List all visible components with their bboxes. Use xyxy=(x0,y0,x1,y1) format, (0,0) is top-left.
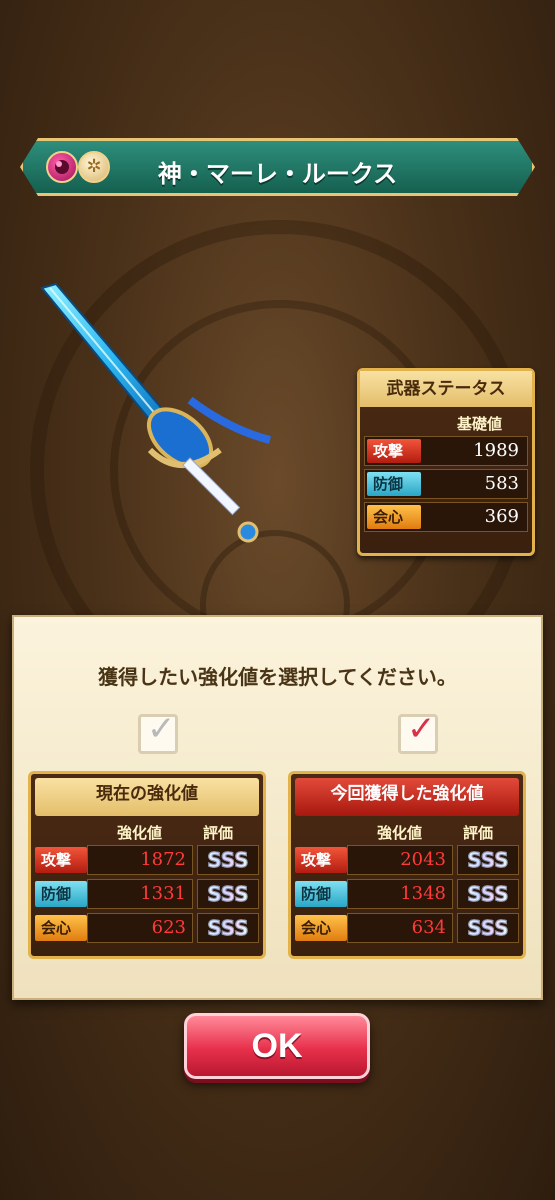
value-cell: 1872 xyxy=(87,845,193,875)
current-row-critical: 会心 623 SSS xyxy=(35,912,259,944)
defense-rank: SSS xyxy=(467,882,509,907)
column-headers: 強化値 評価 xyxy=(291,820,523,842)
enhancement-value-header: 強化値 xyxy=(117,824,163,842)
defense-rank: SSS xyxy=(207,882,249,907)
current-row-attack: 攻撃 1872 SSS xyxy=(35,844,259,876)
defense-label: 防御 xyxy=(367,472,421,496)
value-cell: 634 xyxy=(347,913,453,943)
weapon-sword-image xyxy=(40,282,271,543)
rank-cell: SSS xyxy=(457,913,519,943)
rank-header: 評価 xyxy=(463,824,494,842)
base-value-header: 基礎値 xyxy=(456,415,502,433)
attack-value: 1872 xyxy=(140,849,186,870)
attack-value: 1989 xyxy=(473,440,519,461)
new-enhancement-panel[interactable]: 今回獲得した強化値 強化値 評価 攻撃 2043 SSS 防御 1348 SSS… xyxy=(288,771,526,959)
attack-label: 攻撃 xyxy=(367,439,421,463)
rank-cell: SSS xyxy=(197,879,259,909)
weapon-status-header: 武器ステータス xyxy=(360,371,532,407)
rank-cell: SSS xyxy=(197,845,259,875)
status-row-critical: 会心 369 xyxy=(364,502,528,532)
value-cell: 623 xyxy=(87,913,193,943)
critical-value: 623 xyxy=(151,917,186,938)
check-icon: ✓ xyxy=(147,709,176,749)
value-cell: 1348 xyxy=(347,879,453,909)
value-cell: 1331 xyxy=(87,879,193,909)
new-row-critical: 会心 634 SSS xyxy=(295,912,519,944)
critical-label: 会心 xyxy=(367,505,421,529)
check-icon: ✓ xyxy=(407,709,436,749)
defense-label: 防御 xyxy=(35,881,87,907)
element-icon xyxy=(46,151,78,183)
selection-dialog: 獲得したい強化値を選択してください。 ✓ ✓ 現在の強化値 強化値 評価 攻撃 … xyxy=(12,615,543,1000)
current-enhancement-panel[interactable]: 現在の強化値 強化値 評価 攻撃 1872 SSS 防御 1331 SSS 会心… xyxy=(28,771,266,959)
current-row-defense: 防御 1331 SSS xyxy=(35,878,259,910)
rank-header: 評価 xyxy=(203,824,234,842)
new-row-defense: 防御 1348 SSS xyxy=(295,878,519,910)
attack-label: 攻撃 xyxy=(295,847,347,873)
weapon-status-panel: 武器ステータス 基礎値 攻撃 1989 防御 583 会心 369 xyxy=(357,368,535,556)
attack-label: 攻撃 xyxy=(35,847,87,873)
status-row-attack: 攻撃 1989 xyxy=(364,436,528,466)
enhancement-value-header: 強化値 xyxy=(377,824,423,842)
new-value-checkbox[interactable]: ✓ xyxy=(398,709,438,754)
critical-rank: SSS xyxy=(467,916,509,941)
attack-rank: SSS xyxy=(467,848,509,873)
defense-value: 583 xyxy=(484,473,519,494)
rank-cell: SSS xyxy=(457,879,519,909)
critical-rank: SSS xyxy=(207,916,249,941)
instruction-text: 獲得したい強化値を選択してください。 xyxy=(98,665,457,689)
attack-rank: SSS xyxy=(207,848,249,873)
critical-value: 369 xyxy=(484,506,519,527)
rank-cell: SSS xyxy=(457,845,519,875)
new-enhancement-header: 今回獲得した強化値 xyxy=(295,778,519,816)
current-value-checkbox[interactable]: ✓ xyxy=(138,709,178,754)
current-enhancement-header: 現在の強化値 xyxy=(35,778,259,816)
rank-cell: SSS xyxy=(197,913,259,943)
attack-value: 2043 xyxy=(400,849,446,870)
critical-value: 634 xyxy=(411,917,446,938)
defense-label: 防御 xyxy=(295,881,347,907)
critical-label: 会心 xyxy=(35,915,87,941)
critical-label: 会心 xyxy=(295,915,347,941)
column-headers: 強化値 評価 xyxy=(31,820,263,842)
new-row-attack: 攻撃 2043 SSS xyxy=(295,844,519,876)
ok-button-label: OK xyxy=(251,1027,303,1065)
value-cell: 2043 xyxy=(347,845,453,875)
ok-button[interactable]: OK xyxy=(184,1013,370,1079)
defense-value: 1331 xyxy=(140,883,186,904)
status-row-defense: 防御 583 xyxy=(364,469,528,499)
defense-value: 1348 xyxy=(400,883,446,904)
weapon-type-icon: ✲ xyxy=(78,151,110,183)
